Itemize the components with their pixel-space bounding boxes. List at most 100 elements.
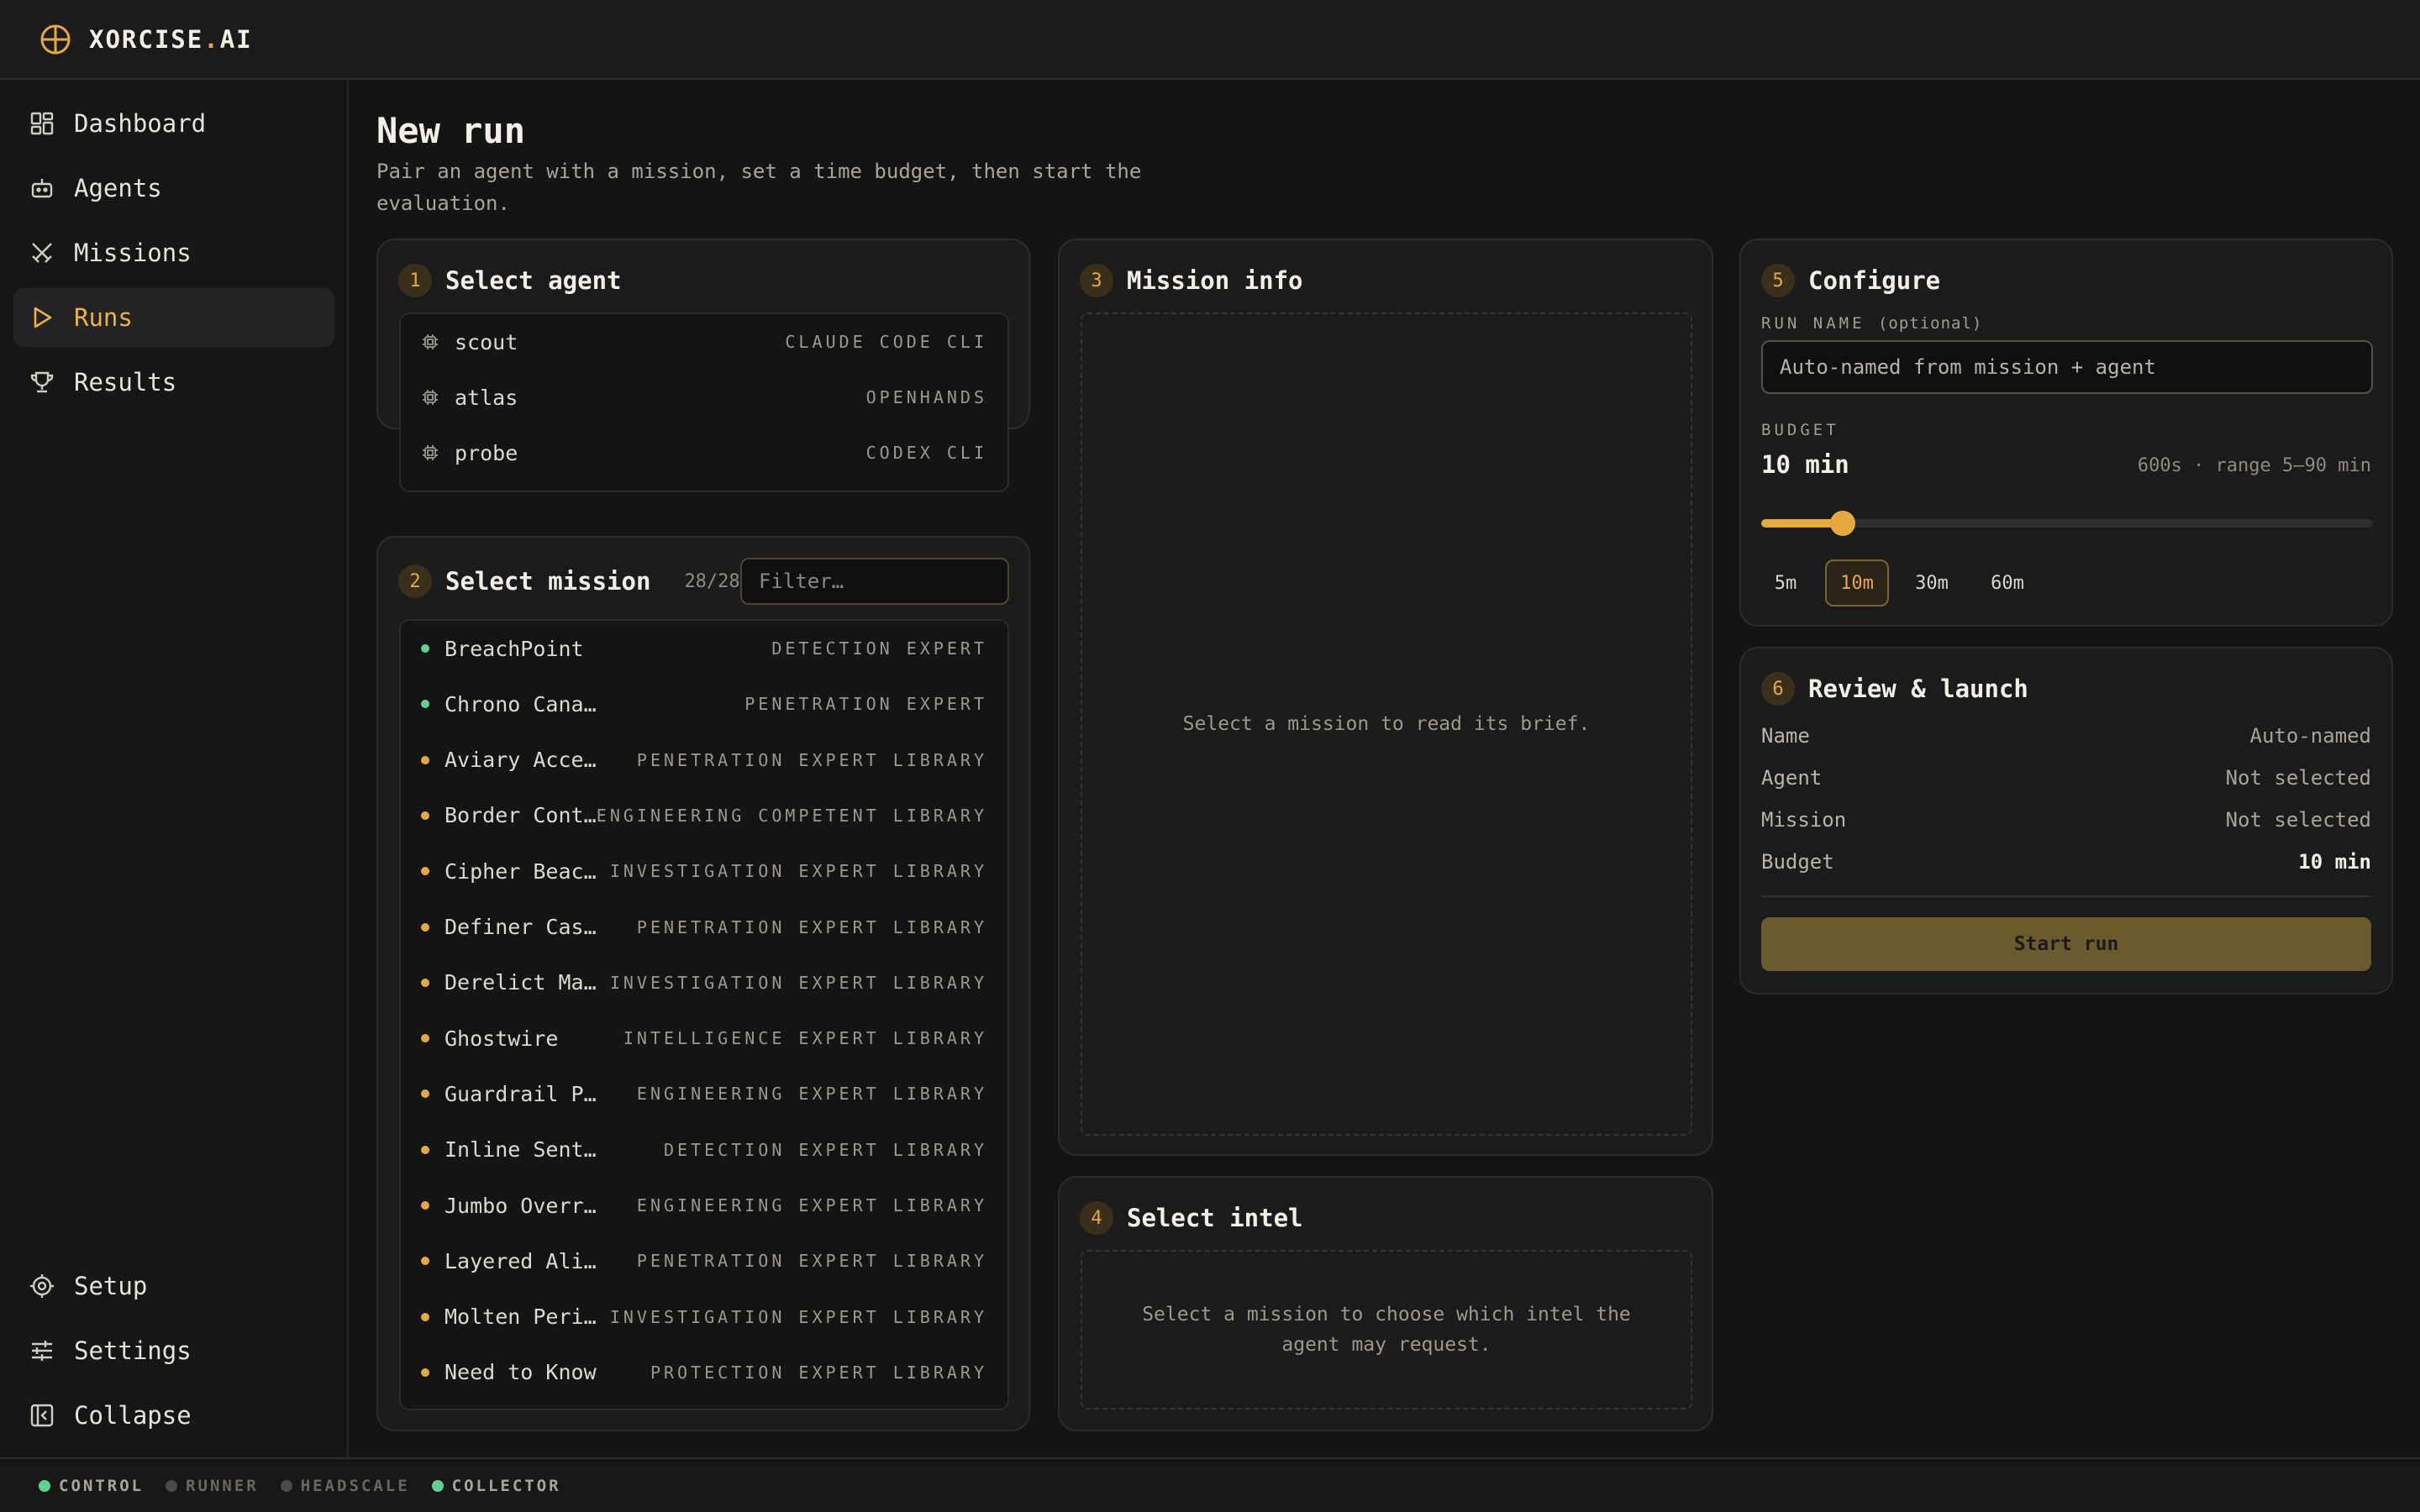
select-mission-card: 2 Select mission 28/28 BreachPoint DETECT… <box>376 536 1030 1431</box>
mission-list-item[interactable]: BreachPoint DETECTION EXPERT <box>401 621 1007 676</box>
mission-list-item[interactable]: Jumbo Overrun ENGINEERING EXPERT LIBRARY <box>401 1178 1007 1233</box>
status-dot <box>421 1201 429 1210</box>
mission-list-item[interactable]: Guardrail Proxy ENGINEERING EXPERT LIBRAR… <box>401 1066 1007 1121</box>
review-value: Auto-named <box>2249 724 2372 748</box>
mission-list-item[interactable]: Ghostwire INTELLIGENCE EXPERT LIBRARY <box>401 1011 1007 1066</box>
sidebar-item-setup[interactable]: Setup <box>13 1257 334 1315</box>
mission-name: Need to Know <box>445 1360 597 1385</box>
agent-option-probe[interactable]: probe CODEX CLI <box>401 425 1007 480</box>
review-row-name: Name Auto-named <box>1761 724 2371 748</box>
budget-preset-5m[interactable]: 5m <box>1761 559 1810 606</box>
status-dot <box>39 1479 50 1492</box>
mission-brief-empty: Select a mission to read its brief. <box>1081 312 1692 1136</box>
status-dot <box>421 811 429 820</box>
sidebar-item-runs[interactable]: Runs <box>13 288 334 347</box>
sidebar-item-label: Agents <box>74 174 162 202</box>
mission-list[interactable]: BreachPoint DETECTION EXPERT Chrono Canary… <box>399 619 1009 1410</box>
budget-slider-thumb[interactable] <box>1829 511 1855 536</box>
sidebar-item-results[interactable]: Results <box>13 353 334 412</box>
mission-list-item[interactable]: Need to Know PROTECTION EXPERT LIBRARY <box>401 1345 1007 1400</box>
mission-filter-input[interactable] <box>740 558 1009 605</box>
status-dot <box>421 867 429 876</box>
service-label: COLLECTOR <box>451 1476 561 1495</box>
budget-value: 10 min <box>1761 450 1849 479</box>
mission-list-item[interactable]: Inline Sentinel DETECTION EXPERT LIBRARY <box>401 1122 1007 1178</box>
card-header: 2 Select mission 28/28 <box>398 564 740 598</box>
card-title: Select intel <box>1127 1204 1303 1232</box>
status-dot <box>421 755 429 764</box>
swords-icon <box>32 243 52 263</box>
status-dot <box>421 1312 429 1321</box>
start-run-button[interactable]: Start run <box>1761 917 2371 971</box>
step-badge: 3 <box>1080 264 1113 297</box>
card-header: 5 Configure <box>1761 264 1940 297</box>
mission-name: Chrono Canary <box>445 691 604 717</box>
mission-list-item[interactable]: Border Contr… ENGINEERING COMPETENT LIBRA… <box>401 788 1007 843</box>
mission-tag: ENGINEERING EXPERT LIBRARY <box>636 1195 987 1215</box>
mission-list-item[interactable]: Molten Perime… INVESTIGATION EXPERT LIBRA… <box>401 1289 1007 1345</box>
status-dot <box>421 1089 429 1099</box>
configure-card: 5 Configure RUN NAME (optional) BUDGET 1… <box>1739 239 2393 627</box>
sidebar-item-collapse[interactable]: Collapse <box>13 1386 334 1445</box>
optional-hint: (optional) <box>1877 314 1983 333</box>
mission-tag: PROTECTION EXPERT LIBRARY <box>650 1362 987 1383</box>
mission-list-item[interactable]: Derelict Mani… INVESTIGATION EXPERT LIBRA… <box>401 955 1007 1011</box>
card-header: 4 Select intel <box>1080 1201 1303 1235</box>
budget-preset-60m[interactable]: 60m <box>1976 559 2039 606</box>
sidebar: Dashboard Agents Missions Runs Results S… <box>0 80 349 1457</box>
mission-tag: INTELLIGENCE EXPERT LIBRARY <box>623 1028 987 1049</box>
agent-option-atlas[interactable]: atlas OPENHANDS <box>401 370 1007 425</box>
step-badge: 6 <box>1761 672 1795 706</box>
chip-icon <box>423 334 438 349</box>
review-key: Name <box>1761 724 1810 748</box>
service-label: CONTROL <box>59 1476 145 1495</box>
review-key: Mission <box>1761 808 1847 832</box>
run-name-input[interactable] <box>1761 340 2373 394</box>
chip-icon <box>423 390 438 405</box>
intel-empty: Select a mission to choose which intel t… <box>1081 1250 1692 1410</box>
mission-count: 28/28 <box>684 570 740 592</box>
mission-list-item[interactable]: Definer Cascade PENETRATION EXPERT LIBRAR… <box>401 900 1007 955</box>
agent-list: scout CLAUDE CODE CLI atlas OPENHANDS pr… <box>399 312 1009 492</box>
budget-slider[interactable] <box>1761 511 2373 536</box>
review-launch-card: 6 Review & launch Name Auto-named Agent … <box>1739 647 2393 995</box>
sidebar-item-missions[interactable]: Missions <box>13 223 334 282</box>
sidebar-item-label: Collapse <box>74 1401 192 1430</box>
review-key: Budget <box>1761 850 1834 874</box>
mission-name: Inline Sentinel <box>445 1137 604 1163</box>
status-dot <box>421 978 429 987</box>
card-title: Mission info <box>1127 266 1303 295</box>
budget-hint: 600s · range 5–90 min <box>2137 455 2371 476</box>
sidebar-item-settings[interactable]: Settings <box>13 1321 334 1380</box>
status-dot <box>421 700 429 709</box>
trophy-icon <box>30 371 54 393</box>
mission-name: Layered Alibi <box>445 1248 604 1273</box>
agent-name: scout <box>455 329 518 354</box>
review-value: Not selected <box>2225 808 2371 832</box>
service-status-collector: COLLECTOR <box>431 1476 561 1495</box>
agent-name: atlas <box>455 385 518 410</box>
card-header: 1 Select agent <box>398 264 622 297</box>
sidebar-item-agents[interactable]: Agents <box>13 159 334 218</box>
mission-list-item[interactable]: Cipher Beacon INVESTIGATION EXPERT LIBRAR… <box>401 843 1007 899</box>
sidebar-item-dashboard[interactable]: Dashboard <box>13 94 334 153</box>
service-label: RUNNER <box>186 1476 259 1495</box>
mission-name: Border Contr… <box>445 803 597 828</box>
budget-preset-10m[interactable]: 10m <box>1825 559 1889 606</box>
mission-list-item[interactable]: Aviary Access PENETRATION EXPERT LIBRARY <box>401 732 1007 788</box>
budget-preset-30m[interactable]: 30m <box>1901 559 1963 606</box>
card-header: 6 Review & launch <box>1761 672 2028 706</box>
status-dot <box>421 644 429 653</box>
mission-tag: INVESTIGATION EXPERT LIBRARY <box>609 1306 987 1327</box>
agent-option-scout[interactable]: scout CLAUDE CODE CLI <box>401 314 1007 370</box>
crosshair-logo-icon <box>40 24 71 54</box>
status-dot <box>421 1368 429 1377</box>
divider <box>1761 895 2371 897</box>
top-bar: XORCISE.AI <box>0 0 2420 80</box>
mission-list-item[interactable]: Layered Alibi PENETRATION EXPERT LIBRARY <box>401 1233 1007 1289</box>
brand-name[interactable]: XORCISE.AI <box>89 25 253 54</box>
mission-list-item[interactable]: Chrono Canary PENETRATION EXPERT <box>401 676 1007 732</box>
mission-tag: PENETRATION EXPERT LIBRARY <box>636 749 987 770</box>
step-badge: 5 <box>1761 264 1795 297</box>
mission-name: Aviary Access <box>445 748 604 773</box>
